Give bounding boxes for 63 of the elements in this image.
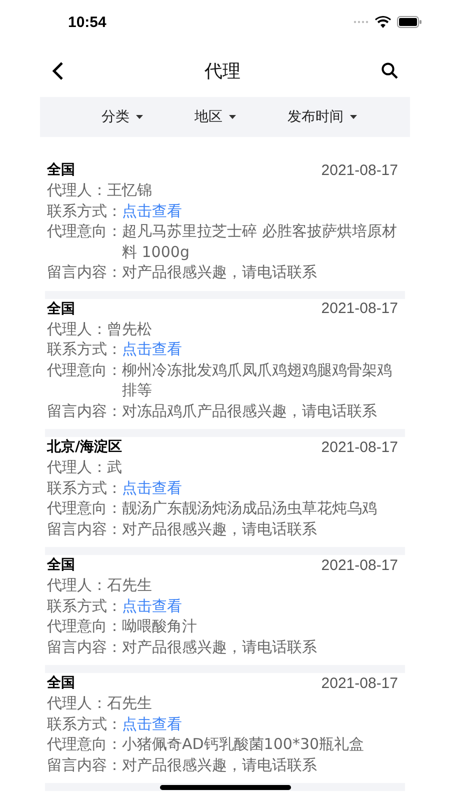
field-label: 留言内容： [47, 262, 122, 282]
field-value: 呦喂酸角汁 [122, 616, 198, 636]
region-title: 北京/海淀区 [47, 438, 122, 456]
field-value: 对产品很感兴趣，请电话联系 [122, 754, 318, 775]
field-label: 代理意向： [47, 498, 122, 518]
view-contact-link[interactable]: 点击查看 [122, 714, 182, 734]
page-title: 代理 [204, 60, 240, 82]
view-contact-link[interactable]: 点击查看 [122, 478, 182, 498]
caret-icon [350, 115, 356, 119]
filter-dropdown[interactable]: 发布时间 [288, 108, 356, 126]
region-title: 全国 [47, 161, 75, 179]
field-value: 对产品很感兴趣，请电话联系 [122, 518, 318, 539]
field-value: 对冻品鸡爪产品很感兴趣，请电话联系 [122, 400, 378, 421]
caret-icon [228, 115, 236, 119]
view-contact-link[interactable]: 点击查看 [122, 596, 182, 616]
caret-icon [136, 115, 142, 119]
field-label: 代理意向： [47, 360, 122, 380]
field-value: 对产品很感兴趣，请电话联系 [122, 262, 318, 282]
post-date: 2021-08-17 [321, 674, 398, 692]
field-value: 王忆锦 [107, 180, 153, 200]
field-label: 代理人： [47, 180, 107, 200]
field-value: 石先生 [107, 693, 153, 714]
field-label: 留言内容： [47, 400, 122, 421]
status-time: 10:54 [68, 14, 106, 30]
signal-icon [353, 20, 369, 24]
post-date: 2021-08-17 [321, 162, 398, 178]
field-value: 柳州冷冻批发鸡爪凤爪鸡翅鸡腿鸡骨架鸡排等 [122, 360, 393, 400]
field-value: 对产品很感兴趣，请电话联系 [122, 636, 318, 657]
field-label: 联系方式： [47, 478, 122, 498]
field-value: 曾先松 [107, 318, 153, 339]
field-label: 联系方式： [47, 339, 122, 360]
field-label: 代理人： [47, 575, 107, 596]
region-title: 全国 [47, 674, 75, 692]
field-value: 靓汤广东靓汤炖汤成品汤虫草花炖乌鸡 [122, 498, 378, 518]
field-label: 留言内容： [47, 636, 122, 657]
field-value: 石先生 [107, 575, 153, 596]
field-label: 联系方式： [47, 200, 122, 221]
field-label: 留言内容： [47, 754, 122, 775]
view-contact-link[interactable]: 点击查看 [122, 200, 182, 221]
region-title: 全国 [47, 556, 75, 574]
field-label: 联系方式： [47, 596, 122, 616]
region-title: 全国 [47, 300, 75, 318]
filter-dropdown[interactable]: 地区 [194, 108, 236, 126]
field-label: 留言内容： [47, 518, 122, 539]
field-label: 代理人： [47, 457, 107, 478]
field-value: 武 [107, 457, 123, 478]
post-date: 2021-08-17 [321, 556, 398, 574]
field-label: 代理人： [47, 318, 107, 339]
post-date: 2021-08-17 [321, 438, 398, 456]
field-label: 代理意向： [47, 616, 122, 636]
field-label: 代理意向： [47, 221, 122, 242]
field-label: 代理人： [47, 693, 107, 714]
filter-dropdown[interactable]: 分类 [102, 108, 142, 126]
field-label: 联系方式： [47, 714, 122, 734]
field-value: 超凡马苏里拉芝士碎 必胜客披萨烘培原材料 1000g [122, 221, 397, 262]
back-icon[interactable] [52, 60, 64, 80]
post-date: 2021-08-17 [321, 300, 398, 317]
search-icon[interactable] [381, 62, 398, 79]
field-label: 代理意向： [47, 734, 122, 754]
wifi-icon [375, 16, 391, 28]
battery-icon [397, 16, 422, 28]
field-value: 小猪佩奇AD钙乳酸菌100*30瓶礼盒 [122, 734, 366, 754]
view-contact-link[interactable]: 点击查看 [122, 339, 182, 360]
